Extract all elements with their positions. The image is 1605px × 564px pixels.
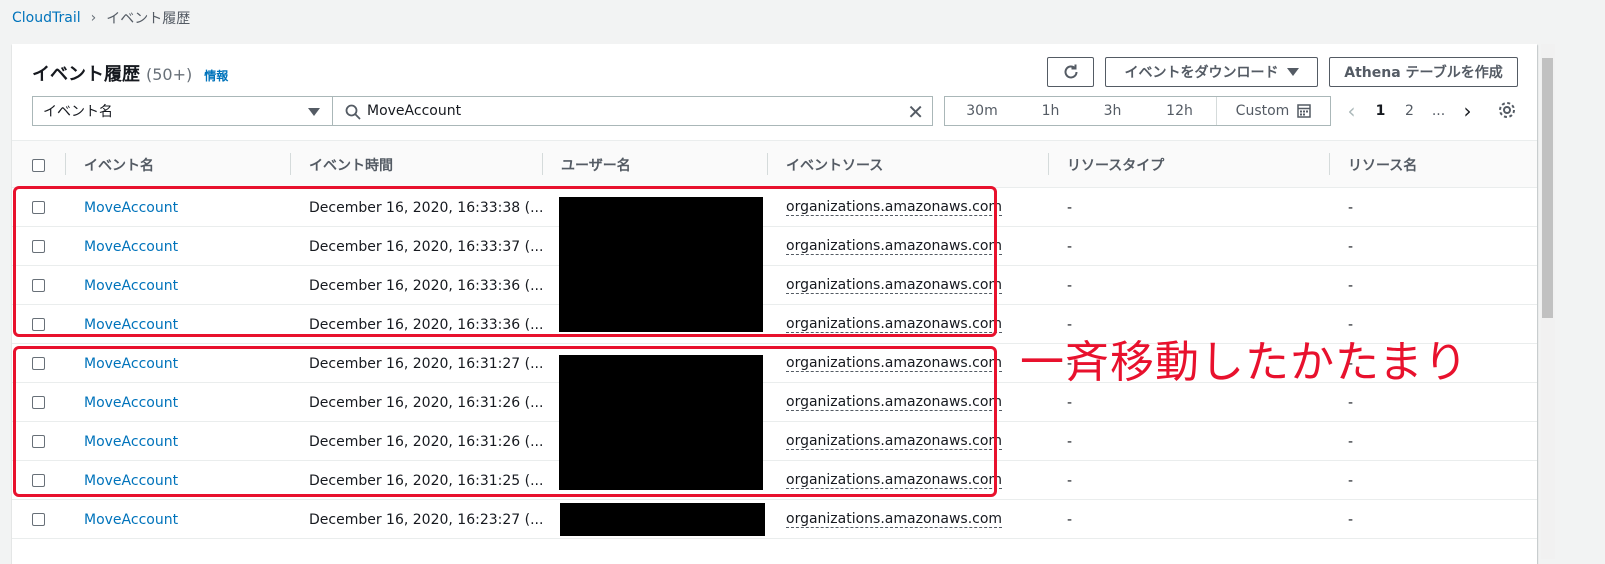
time-range-12h[interactable]: 12h (1143, 97, 1216, 125)
resource-name: - (1348, 433, 1354, 450)
table-row[interactable]: MoveAccount December 16, 2020, 16:23:27 (… (12, 500, 1537, 539)
resource-name: - (1348, 472, 1354, 489)
resource-type: - (1067, 433, 1073, 450)
annotation-box (13, 186, 997, 337)
resource-type: - (1067, 511, 1073, 528)
select-all-checkbox[interactable] (32, 158, 45, 172)
chevron-right-icon[interactable]: › (1453, 99, 1482, 123)
search-input-value: MoveAccount (367, 103, 462, 119)
event-source[interactable]: organizations.amazonaws.com (786, 511, 1003, 528)
breadcrumb-cloudtrail-link[interactable]: CloudTrail (12, 10, 81, 26)
panel-header: イベント履歴 (50+) 情報 (32, 60, 228, 86)
breadcrumb-current: イベント履歴 (106, 11, 191, 27)
download-events-label: イベントをダウンロード (1124, 65, 1279, 81)
scrollbar-thumb[interactable] (1542, 58, 1553, 318)
page-2-button[interactable]: 2 (1395, 103, 1424, 119)
time-range-selector: 30m 1h 3h 12h Custom (944, 96, 1331, 126)
event-count: (50+) (146, 65, 193, 84)
column-header-resource-name[interactable]: リソース名 (1348, 141, 1417, 189)
download-events-button[interactable]: イベントをダウンロード (1105, 57, 1318, 87)
breadcrumb: CloudTrail › イベント履歴 (12, 8, 190, 28)
column-header-user-name[interactable]: ユーザー名 (561, 141, 631, 189)
page-title: イベント履歴 (32, 64, 140, 85)
chevron-left-icon[interactable]: ‹ (1337, 99, 1366, 123)
refresh-icon (1064, 64, 1077, 79)
calendar-icon (1297, 104, 1312, 118)
column-header-resource-type[interactable]: リソースタイプ (1067, 141, 1164, 189)
resource-type: - (1067, 238, 1073, 255)
resource-name: - (1348, 238, 1354, 255)
chevron-right-icon: › (90, 10, 97, 26)
attribute-select-value: イベント名 (43, 104, 113, 120)
resource-type: - (1067, 472, 1073, 489)
resource-name: - (1348, 199, 1354, 216)
create-athena-table-button[interactable]: Athena テーブルを作成 (1329, 57, 1518, 87)
resource-name: - (1348, 511, 1354, 528)
refresh-button[interactable] (1047, 57, 1094, 87)
column-header-event-time[interactable]: イベント時間 (309, 141, 393, 189)
pagination: ‹ 1 2 ... › (1337, 96, 1482, 126)
annotation-label: 一斉移動したかたまり (1020, 337, 1469, 388)
info-link[interactable]: 情報 (204, 67, 228, 84)
time-range-custom-label: Custom (1235, 103, 1290, 119)
page-1-button[interactable]: 1 (1366, 103, 1395, 119)
caret-down-icon (1286, 68, 1299, 76)
settings-icon[interactable] (1497, 100, 1517, 120)
row-checkbox[interactable] (32, 513, 45, 526)
page-ellipsis: ... (1431, 103, 1446, 119)
table-header: イベント名 イベント時間 ユーザー名 イベントソース リソースタイプ リソース名 (12, 140, 1537, 188)
event-name-link[interactable]: MoveAccount (84, 500, 178, 539)
caret-down-icon (308, 108, 320, 116)
redacted-block (560, 503, 765, 536)
time-range-30m[interactable]: 30m (945, 97, 1019, 125)
column-header-event-name[interactable]: イベント名 (84, 141, 154, 189)
annotation-box (13, 346, 997, 497)
column-header-event-source[interactable]: イベントソース (786, 141, 883, 189)
attribute-select[interactable]: イベント名 (32, 96, 332, 126)
time-range-3h[interactable]: 3h (1082, 97, 1143, 125)
time-range-1h[interactable]: 1h (1019, 97, 1082, 125)
select-all-cell (32, 141, 45, 189)
search-input[interactable]: MoveAccount ✕ (332, 96, 933, 126)
close-icon[interactable]: ✕ (907, 100, 924, 124)
resource-type: - (1067, 199, 1073, 216)
time-range-custom[interactable]: Custom (1216, 97, 1330, 125)
resource-type: - (1067, 277, 1073, 294)
event-time: December 16, 2020, 16:23:27 (... (309, 511, 544, 528)
search-icon (345, 104, 361, 120)
resource-name: - (1348, 277, 1354, 294)
